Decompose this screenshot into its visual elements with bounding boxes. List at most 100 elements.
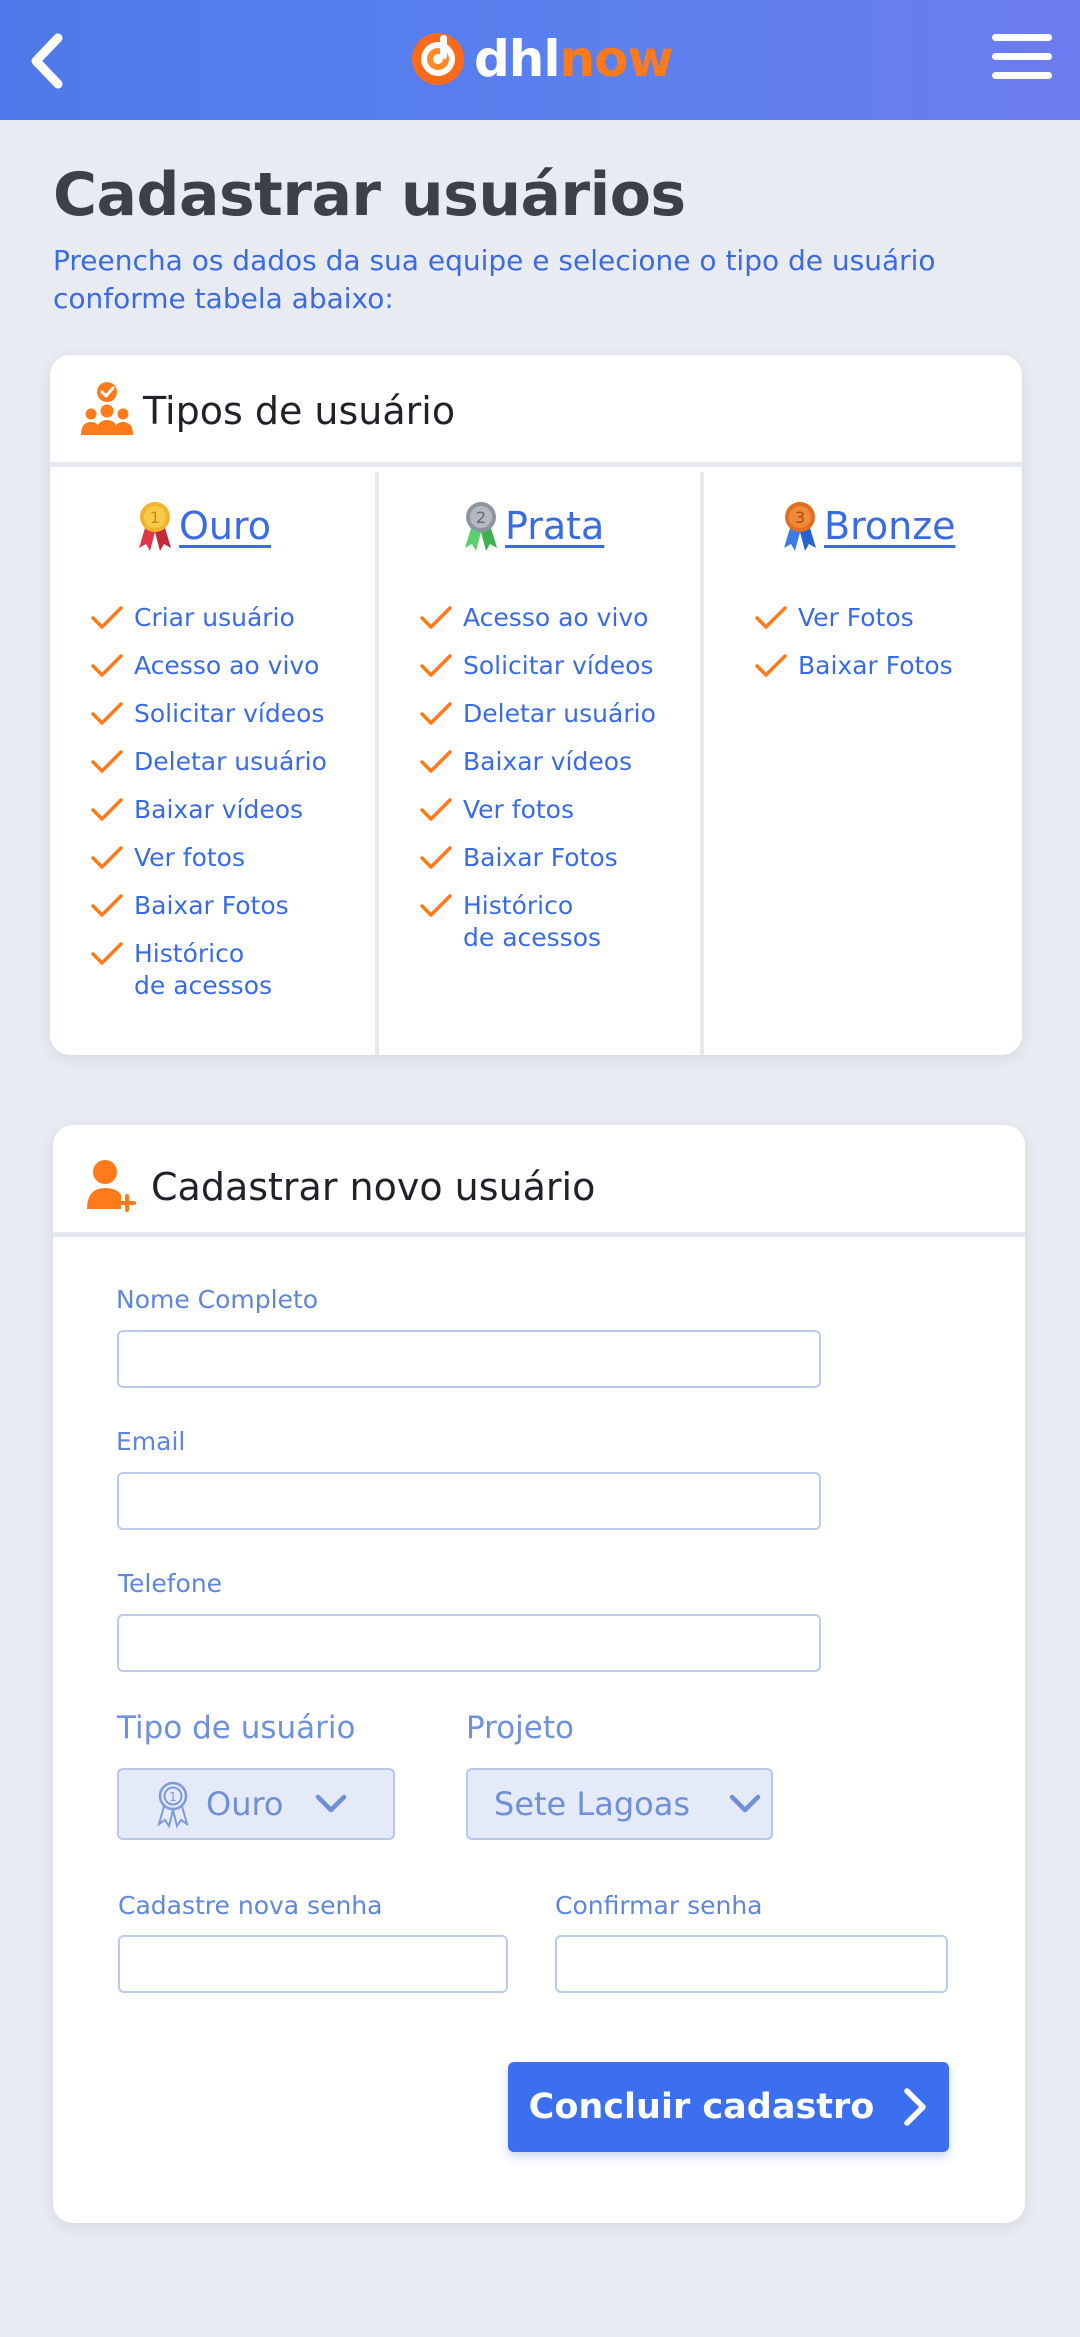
list-item: Criar usuário (90, 602, 327, 634)
list-item: Histórico de acessos (90, 938, 327, 1002)
users-group-icon (81, 382, 133, 435)
menu-button[interactable] (990, 30, 1054, 84)
tier-link-bronze[interactable]: Bronze (824, 504, 956, 548)
permission-text: Baixar vídeos (134, 795, 304, 824)
submit-button[interactable]: Concluir cadastro (508, 2062, 949, 2152)
new-user-title: Cadastrar novo usuário (151, 1165, 596, 1209)
permission-list-bronze: Ver Fotos Baixar Fotos (754, 602, 953, 698)
list-item: Baixar Fotos (754, 650, 953, 682)
list-item: Baixar vídeos (90, 794, 327, 826)
email-label: Email (116, 1427, 186, 1456)
check-icon (91, 654, 123, 677)
permission-text: Baixar vídeos (463, 747, 633, 776)
permission-list-ouro: Criar usuário Acesso ao vivo Solicitar v… (90, 602, 327, 1018)
list-item: Ver fotos (419, 794, 656, 826)
check-icon (91, 750, 123, 773)
submit-label: Concluir cadastro (528, 2087, 875, 2127)
email-input[interactable] (117, 1472, 821, 1530)
list-item: Baixar vídeos (419, 746, 656, 778)
permission-text: Histórico de acessos (134, 939, 273, 1000)
check-icon (420, 606, 452, 629)
dhlnow-logo-icon (412, 33, 464, 85)
phone-label: Telefone (118, 1569, 223, 1598)
list-item: Ver fotos (90, 842, 327, 874)
list-item: Acesso ao vivo (419, 602, 656, 634)
user-plus-icon (87, 1160, 136, 1212)
permission-text: Solicitar vídeos (134, 699, 325, 728)
svg-text:2: 2 (476, 508, 486, 527)
chevron-right-icon (904, 2088, 927, 2126)
check-icon (420, 846, 452, 869)
chevron-down-icon (315, 1794, 346, 1813)
permission-text: Acesso ao vivo (463, 603, 649, 632)
page-title: Cadastrar usuários (53, 160, 686, 230)
list-item: Deletar usuário (419, 698, 656, 730)
user-types-title: Tipos de usuário (143, 389, 456, 433)
check-icon (755, 654, 787, 677)
back-button[interactable] (14, 26, 84, 96)
permission-text: Baixar Fotos (134, 891, 289, 920)
tier-link-prata[interactable]: Prata (505, 504, 604, 548)
permission-text: Baixar Fotos (463, 843, 618, 872)
permission-text: Deletar usuário (463, 699, 656, 728)
permission-text: Acesso ao vivo (134, 651, 320, 680)
name-label: Nome Completo (116, 1285, 319, 1314)
app-header: dhlnow (0, 0, 1080, 120)
gold-medal-icon: 1 (139, 502, 171, 551)
svg-text:1: 1 (169, 1790, 177, 1804)
bronze-medal-icon: 3 (784, 502, 816, 551)
tier-header-bronze: 3 Bronze (780, 500, 956, 552)
list-item: Deletar usuário (90, 746, 327, 778)
user-type-value: Ouro (206, 1785, 284, 1823)
tier-column-bronze: 3 Bronze Ver Fotos Baixar Fotos (700, 472, 1022, 1055)
medal-outline-icon: 1 (157, 1781, 189, 1828)
tier-column-prata: 2 Prata Acesso ao vivo Solicitar vídeos … (375, 472, 697, 1055)
check-icon (91, 894, 123, 917)
tier-column-ouro: 1 Ouro Criar usuário Acesso ao vivo Soli… (50, 472, 372, 1055)
check-icon (91, 702, 123, 725)
check-icon (91, 798, 123, 821)
list-item: Baixar Fotos (419, 842, 656, 874)
permission-text: Ver Fotos (798, 603, 914, 632)
password-label: Cadastre nova senha (118, 1891, 383, 1920)
check-icon (420, 894, 452, 917)
svg-text:1: 1 (150, 508, 160, 527)
chevron-left-icon (31, 33, 63, 89)
tier-header-ouro: 1 Ouro (135, 500, 271, 552)
svg-text:3: 3 (795, 508, 805, 527)
page-subtitle: Preencha os dados da sua equipe e seleci… (53, 244, 936, 315)
user-types-card: Tipos de usuário 1 Ouro Criar usuário Ac… (50, 355, 1022, 1055)
confirm-password-input[interactable] (555, 1935, 948, 1993)
list-item: Ver Fotos (754, 602, 953, 634)
password-input[interactable] (118, 1935, 508, 1993)
app-logo: dhlnow (410, 28, 674, 90)
confirm-password-label: Confirmar senha (555, 1891, 763, 1920)
phone-input[interactable] (117, 1614, 821, 1672)
check-icon (420, 654, 452, 677)
permission-text: Criar usuário (134, 603, 295, 632)
list-item: Baixar Fotos (90, 890, 327, 922)
check-icon (91, 606, 123, 629)
permission-text: Ver fotos (134, 843, 245, 872)
check-icon (420, 750, 452, 773)
chevron-down-icon (729, 1794, 761, 1813)
hamburger-menu-icon (992, 34, 1052, 79)
list-item: Solicitar vídeos (419, 650, 656, 682)
tier-header-prata: 2 Prata (461, 500, 604, 552)
user-types-header: Tipos de usuário (50, 355, 1022, 467)
permission-text: Solicitar vídeos (463, 651, 654, 680)
list-item: Acesso ao vivo (90, 650, 327, 682)
check-icon (420, 798, 452, 821)
user-type-select[interactable]: 1 Ouro (117, 1768, 395, 1840)
user-type-label: Tipo de usuário (117, 1710, 356, 1746)
new-user-card: Cadastrar novo usuário Nome Completo Ema… (53, 1125, 1025, 2223)
permission-list-prata: Acesso ao vivo Solicitar vídeos Deletar … (419, 602, 656, 970)
check-icon (755, 606, 787, 629)
new-user-header: Cadastrar novo usuário (53, 1125, 1025, 1237)
silver-medal-icon: 2 (465, 502, 497, 551)
permission-text: Ver fotos (463, 795, 574, 824)
permission-text: Histórico de acessos (463, 891, 602, 952)
name-input[interactable] (117, 1330, 821, 1388)
tier-link-ouro[interactable]: Ouro (179, 504, 271, 548)
project-select[interactable]: Sete Lagoas (466, 1768, 773, 1840)
